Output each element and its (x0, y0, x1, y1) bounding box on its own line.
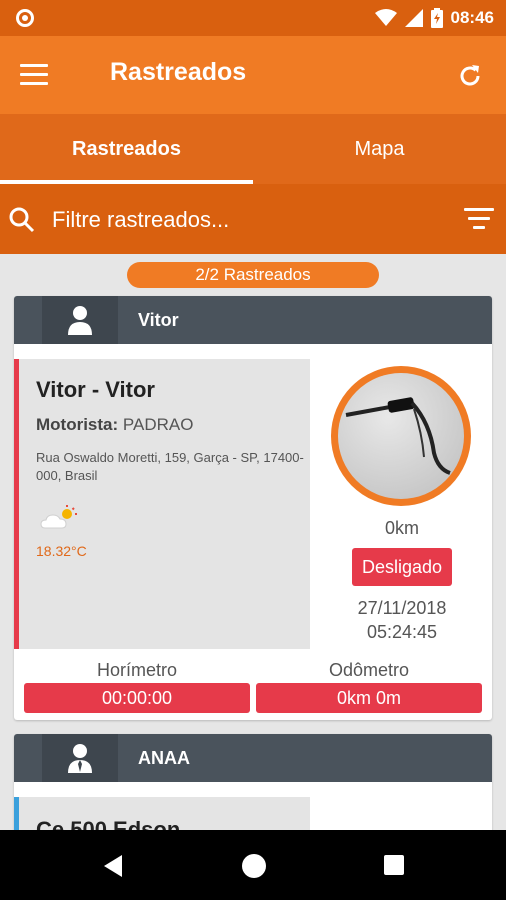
last-update-date: 27/11/2018 (357, 598, 447, 618)
tracked-card[interactable]: ANAA Ce 500 Edson (14, 734, 492, 830)
vehicle-info-panel: Vitor - Vitor Motorista: PADRAO Rua Oswa… (14, 359, 310, 649)
wifi-icon (374, 9, 397, 26)
card-header: ANAA (14, 734, 492, 782)
tab-rastreados[interactable]: Rastreados (0, 114, 253, 184)
last-update-time: 05:24:45 (366, 622, 438, 642)
card-header: Vitor (14, 296, 492, 344)
driver-line: Motorista: PADRAO (36, 415, 193, 435)
app-bar: Rastreados (0, 36, 506, 114)
driver-value: PADRAO (122, 415, 194, 434)
tab-bar: Rastreados Mapa (0, 114, 506, 184)
search-bar: Filtre rastreados... (0, 184, 506, 254)
tracked-card[interactable]: Vitor Vitor - Vitor Motorista: PADRAO Ru… (14, 296, 492, 720)
vehicle-title: Vitor - Vitor (36, 377, 155, 402)
last-update: 27/11/2018 05:24:45 (328, 596, 476, 644)
card-header-name: Vitor (138, 310, 179, 330)
recent-apps-icon[interactable] (384, 855, 404, 875)
count-badge: 2/2 Rastreados (127, 262, 379, 288)
driver-label: Motorista: (36, 415, 119, 434)
tracked-list: 2/2 Rastreados Vitor Vitor - Vitor Motor… (0, 254, 506, 830)
status-bar: 08:46 (0, 0, 506, 36)
weather-partly-cloudy-icon (40, 505, 77, 529)
odometro-value: 0km 0m (256, 683, 482, 713)
status-time: 08:46 (450, 8, 494, 27)
search-icon[interactable] (8, 206, 36, 234)
vehicle-photo[interactable] (331, 366, 471, 506)
distance-km: 0km (384, 518, 419, 538)
odometro-label: Odômetro (328, 660, 410, 680)
filter-icon[interactable] (464, 208, 494, 230)
temperature: 18.32°C (36, 543, 87, 559)
search-input[interactable]: Filtre rastreados... (52, 207, 229, 233)
menu-icon[interactable] (20, 64, 48, 86)
home-icon[interactable] (242, 854, 266, 878)
card-header-name: ANAA (138, 748, 190, 768)
address: Rua Oswaldo Moretti, 159, Garça - SP, 17… (36, 450, 304, 483)
horimetro-value: 00:00:00 (24, 683, 250, 713)
battery-icon (430, 8, 443, 28)
back-icon[interactable] (104, 855, 122, 877)
page-title: Rastreados (110, 58, 247, 86)
vehicle-info-panel: Ce 500 Edson (14, 797, 310, 830)
vehicle-title: Ce 500 Edson (36, 817, 181, 830)
horimetro-label: Horímetro (96, 660, 177, 680)
tab-mapa[interactable]: Mapa (253, 114, 506, 184)
refresh-icon[interactable] (456, 62, 484, 90)
tracker-device-image (345, 397, 451, 475)
notification-icon (16, 9, 34, 27)
system-nav-bar (0, 830, 506, 900)
person-tie-icon (68, 744, 92, 773)
person-icon (68, 306, 92, 335)
signal-icon (404, 9, 423, 27)
status-badge: Desligado (352, 548, 452, 586)
